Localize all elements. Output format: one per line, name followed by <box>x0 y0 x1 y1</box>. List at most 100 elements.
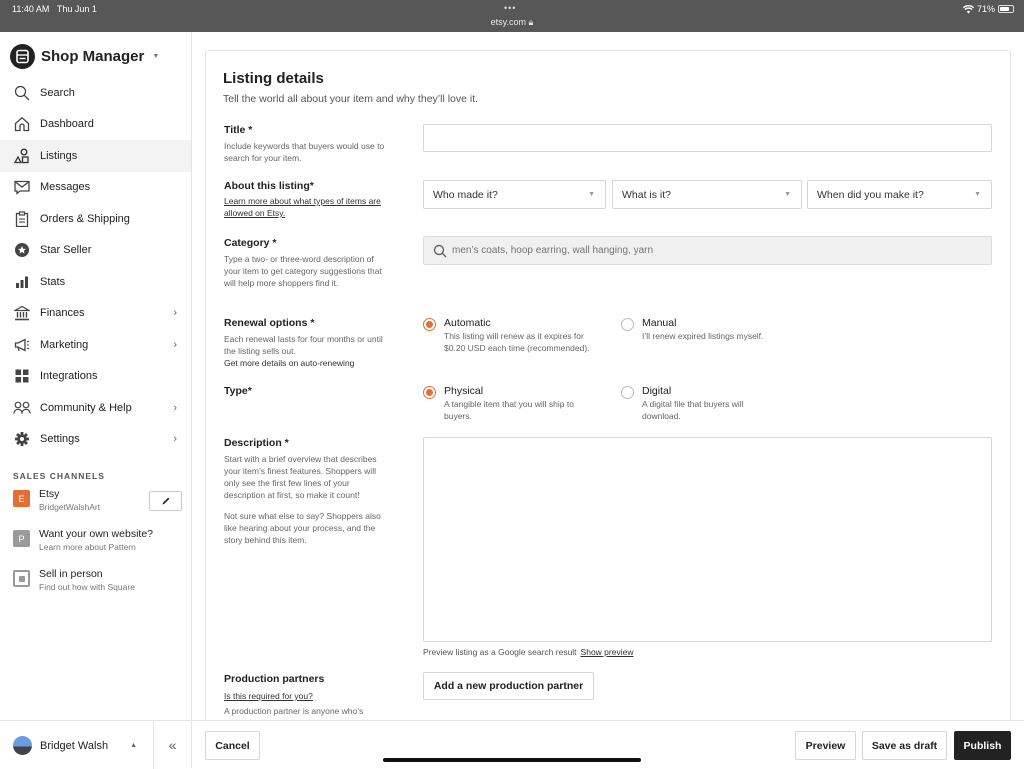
title-input[interactable] <box>423 124 992 152</box>
shop-manager-menu[interactable]: Shop Manager ▼ <box>10 44 159 69</box>
chevron-right-icon: › <box>173 433 177 446</box>
caret-down-icon: ▼ <box>152 53 160 60</box>
show-preview-link[interactable]: Show preview <box>581 647 634 657</box>
user-name: Bridget Walsh <box>40 739 109 752</box>
production-required-link[interactable]: Is this required for you? <box>224 690 394 702</box>
sidebar-item-stats[interactable]: Stats <box>0 266 191 298</box>
caret-down-icon: ▼ <box>784 191 791 198</box>
chevron-right-icon: › <box>173 307 177 320</box>
sidebar-footer: Bridget Walsh ▲ « <box>0 720 191 769</box>
channel-etsy[interactable]: E Etsy BridgetWalshArt <box>13 488 100 512</box>
renewal-automatic-radio[interactable]: Automatic This listing will renew as it e… <box>423 317 604 354</box>
radio-indicator <box>423 318 436 331</box>
channel-name: Sell in person <box>39 568 103 580</box>
sidebar-item-label: Finances <box>40 307 85 320</box>
production-label-block: Production partners Is this required for… <box>224 673 394 717</box>
address-bar[interactable]: etsy.com 🔒︎ <box>0 17 1024 28</box>
renewal-manual-radio[interactable]: Manual I’ll renew expired listings myself… <box>621 317 822 342</box>
envelope-icon <box>13 178 31 196</box>
channel-sub: Find out how with Square <box>39 582 135 592</box>
gear-icon <box>13 430 31 448</box>
multitask-dots[interactable]: ••• <box>504 3 516 13</box>
main-content: Listing details Tell the world all about… <box>192 32 1024 740</box>
pencil-icon <box>162 497 169 505</box>
sidebar-item-label: Marketing <box>40 338 89 351</box>
radio-title: Digital <box>642 385 672 397</box>
when-made-select[interactable]: When did you make it? ▼ <box>807 180 992 209</box>
type-digital-radio[interactable]: Digital A digital file that buyers will d… <box>621 385 777 422</box>
wifi-icon <box>962 4 974 13</box>
double-chevron-left-icon: « <box>168 737 177 753</box>
caret-down-icon: ▼ <box>588 191 595 198</box>
preview-button[interactable]: Preview <box>795 731 856 760</box>
title-label-block: Title * Include keywords that buyers wou… <box>224 124 394 164</box>
sidebar-item-label: Search <box>40 86 75 99</box>
sidebar-nav: Search Dashboard Listings Messages Orders & … <box>0 77 191 455</box>
sidebar-item-orders-and-shipping[interactable]: Orders & Shipping <box>0 203 191 235</box>
description-textarea[interactable] <box>423 437 992 642</box>
sidebar-item-dashboard[interactable]: Dashboard <box>0 109 191 141</box>
user-menu[interactable]: Bridget Walsh ▲ <box>13 736 137 755</box>
type-physical-radio[interactable]: Physical A tangible item that you will sh… <box>423 385 599 422</box>
battery-icon <box>998 5 1014 13</box>
clipboard-icon <box>13 210 31 228</box>
save-draft-button[interactable]: Save as draft <box>862 731 947 760</box>
sidebar: Shop Manager ▼ Search Dashboard Listings Me… <box>0 32 192 769</box>
cancel-button[interactable]: Cancel <box>205 731 260 760</box>
about-label: About this listing* <box>224 180 314 192</box>
who-made-it-select[interactable]: Who made it? ▼ <box>423 180 606 209</box>
square-badge-icon <box>13 570 30 587</box>
sidebar-item-marketing[interactable]: Marketing › <box>0 329 191 361</box>
sidebar-item-messages[interactable]: Messages <box>0 172 191 204</box>
sidebar-item-search[interactable]: Search <box>0 77 191 109</box>
sidebar-item-label: Messages <box>40 181 91 194</box>
search-icon <box>433 244 447 257</box>
edit-channel-button[interactable] <box>149 491 182 511</box>
sidebar-item-community-and-help[interactable]: Community & Help › <box>0 392 191 424</box>
publish-button[interactable]: Publish <box>954 731 1011 760</box>
google-preview-note: Preview listing as a Google search resul… <box>423 647 633 657</box>
category-search-input[interactable] <box>452 245 952 256</box>
collapse-sidebar-button[interactable]: « <box>153 721 191 769</box>
sidebar-item-integrations[interactable]: Integrations <box>0 361 191 393</box>
sidebar-item-label: Community & Help <box>40 401 132 414</box>
description-label: Description * <box>224 437 289 449</box>
about-learn-more-link[interactable]: Learn more about what types of items are… <box>224 195 394 219</box>
sidebar-item-label: Dashboard <box>40 118 94 131</box>
description-help-2: Not sure what else to say? Shoppers also… <box>224 511 381 545</box>
production-label: Production partners <box>224 673 325 685</box>
radio-title: Physical <box>444 385 484 397</box>
radio-desc: I’ll renew expired listings myself. <box>642 331 764 341</box>
status-right: 71% <box>962 4 1014 14</box>
home-indicator[interactable] <box>383 758 641 762</box>
star-badge-icon <box>13 241 31 259</box>
renewal-label: Renewal options * <box>224 317 315 329</box>
sidebar-item-label: Orders & Shipping <box>40 212 130 225</box>
shapes-icon <box>13 147 31 165</box>
description-label-block: Description * Start with a brief overvie… <box>224 437 394 546</box>
sidebar-item-settings[interactable]: Settings › <box>0 424 191 456</box>
type-label-block: Type* <box>224 385 394 397</box>
renewal-details-link[interactable]: Get more details on auto-renewing <box>224 357 394 369</box>
radio-indicator <box>621 318 634 331</box>
sales-channels-heading: SALES CHANNELS <box>13 471 105 481</box>
category-label-block: Category * Type a two- or three-word des… <box>224 237 394 289</box>
category-search[interactable] <box>423 236 992 265</box>
select-value: Who made it? <box>433 188 498 201</box>
page-subtitle: Tell the world all about your item and w… <box>223 93 479 105</box>
channel-pattern[interactable]: P Want your own website? Learn more about… <box>13 528 153 552</box>
sidebar-item-finances[interactable]: Finances › <box>0 298 191 330</box>
lock-icon: 🔒︎ <box>528 17 534 27</box>
sidebar-item-listings[interactable]: Listings <box>0 140 191 172</box>
sidebar-item-star-seller[interactable]: Star Seller <box>0 235 191 267</box>
title-label: Title * <box>224 124 253 136</box>
chevron-right-icon: › <box>173 401 177 414</box>
select-value: When did you make it? <box>817 188 924 201</box>
channel-square[interactable]: Sell in person Find out how with Square <box>13 568 135 592</box>
channel-name: Etsy <box>39 488 60 500</box>
category-label: Category * <box>224 237 277 249</box>
add-production-partner-button[interactable]: Add a new production partner <box>423 672 594 700</box>
radio-desc: A tangible item that you will ship to bu… <box>444 399 574 421</box>
radio-title: Automatic <box>444 317 491 329</box>
what-is-it-select[interactable]: What is it? ▼ <box>612 180 802 209</box>
